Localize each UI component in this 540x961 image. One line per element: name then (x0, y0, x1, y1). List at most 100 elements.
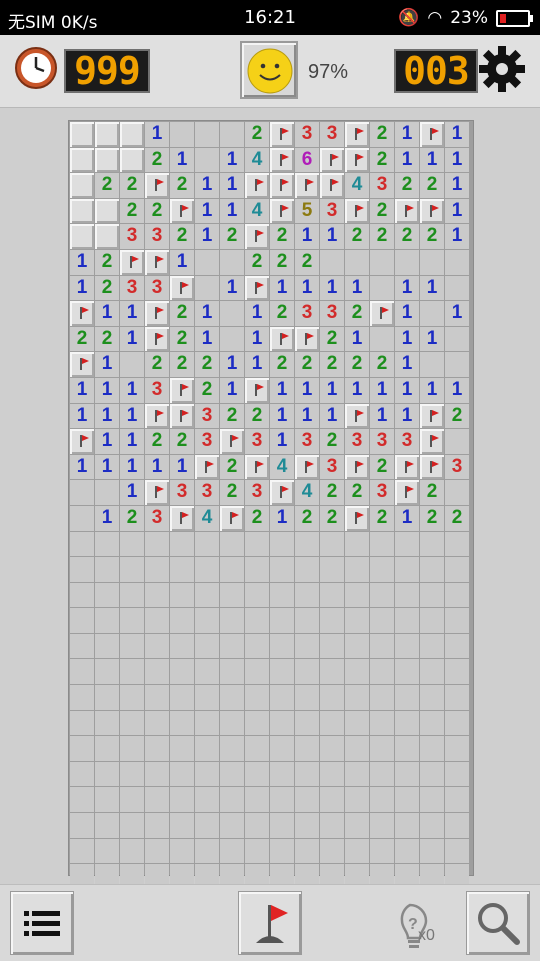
empty-cell[interactable] (70, 582, 94, 608)
empty-cell[interactable] (145, 531, 169, 557)
empty-cell[interactable] (120, 787, 144, 813)
empty-cell[interactable] (70, 557, 94, 582)
unopened-cell[interactable] (95, 198, 119, 224)
number-cell[interactable]: 1 (445, 147, 469, 173)
empty-cell[interactable] (195, 685, 219, 710)
empty-cell[interactable] (395, 761, 419, 787)
empty-cell[interactable] (345, 736, 369, 761)
empty-cell[interactable] (195, 736, 219, 761)
number-cell[interactable]: 4 (270, 454, 294, 480)
empty-cell[interactable] (95, 659, 119, 685)
number-cell[interactable]: 2 (445, 403, 469, 429)
empty-cell[interactable] (245, 813, 269, 838)
flagged-cell[interactable] (120, 249, 144, 275)
number-cell[interactable]: 2 (295, 505, 319, 531)
number-cell[interactable]: 1 (345, 275, 369, 301)
empty-cell[interactable] (420, 710, 444, 736)
empty-cell[interactable] (95, 480, 119, 505)
number-cell[interactable]: 1 (395, 326, 419, 352)
empty-cell[interactable] (195, 787, 219, 813)
empty-cell[interactable] (345, 710, 369, 736)
empty-cell[interactable] (295, 736, 319, 761)
number-cell[interactable]: 2 (320, 352, 344, 377)
flagged-cell[interactable] (420, 198, 444, 224)
empty-cell[interactable] (145, 557, 169, 582)
number-cell[interactable]: 2 (145, 147, 169, 173)
unopened-cell[interactable] (95, 224, 119, 249)
empty-cell[interactable] (270, 557, 294, 582)
empty-cell[interactable] (420, 582, 444, 608)
empty-cell[interactable] (345, 249, 369, 275)
empty-cell[interactable] (220, 557, 244, 582)
empty-cell[interactable] (220, 249, 244, 275)
empty-cell[interactable] (195, 710, 219, 736)
number-cell[interactable]: 1 (120, 429, 144, 454)
number-cell[interactable]: 1 (320, 224, 344, 249)
new-game-button[interactable] (240, 41, 298, 99)
number-cell[interactable]: 1 (395, 505, 419, 531)
number-cell[interactable]: 2 (220, 480, 244, 505)
flagged-cell[interactable] (170, 377, 194, 403)
empty-cell[interactable] (345, 813, 369, 838)
number-cell[interactable]: 2 (220, 403, 244, 429)
number-cell[interactable]: 1 (220, 198, 244, 224)
number-cell[interactable]: 3 (170, 480, 194, 505)
flagged-cell[interactable] (170, 275, 194, 301)
empty-cell[interactable] (445, 838, 469, 864)
empty-cell[interactable] (395, 249, 419, 275)
number-cell[interactable]: 2 (370, 147, 394, 173)
empty-cell[interactable] (245, 685, 269, 710)
empty-cell[interactable] (395, 710, 419, 736)
empty-cell[interactable] (295, 838, 319, 864)
flagged-cell[interactable] (345, 505, 369, 531)
number-cell[interactable]: 3 (295, 429, 319, 454)
number-cell[interactable]: 4 (245, 198, 269, 224)
flagged-cell[interactable] (395, 454, 419, 480)
empty-cell[interactable] (170, 633, 194, 659)
flagged-cell[interactable] (345, 454, 369, 480)
number-cell[interactable]: 3 (245, 480, 269, 505)
number-cell[interactable]: 2 (370, 224, 394, 249)
number-cell[interactable]: 2 (170, 301, 194, 326)
empty-cell[interactable] (70, 633, 94, 659)
empty-cell[interactable] (420, 659, 444, 685)
number-cell[interactable]: 2 (345, 352, 369, 377)
number-cell[interactable]: 1 (195, 301, 219, 326)
empty-cell[interactable] (70, 787, 94, 813)
number-cell[interactable]: 3 (320, 301, 344, 326)
flagged-cell[interactable] (145, 403, 169, 429)
empty-cell[interactable] (145, 659, 169, 685)
empty-cell[interactable] (445, 710, 469, 736)
number-cell[interactable]: 1 (445, 301, 469, 326)
empty-cell[interactable] (320, 813, 344, 838)
empty-cell[interactable] (270, 685, 294, 710)
empty-cell[interactable] (320, 633, 344, 659)
number-cell[interactable]: 3 (370, 173, 394, 198)
number-cell[interactable]: 3 (320, 454, 344, 480)
flagged-cell[interactable] (420, 122, 444, 147)
empty-cell[interactable] (120, 736, 144, 761)
empty-cell[interactable] (320, 582, 344, 608)
number-cell[interactable]: 1 (220, 147, 244, 173)
number-cell[interactable]: 1 (345, 326, 369, 352)
number-cell[interactable]: 1 (395, 147, 419, 173)
number-cell[interactable]: 6 (295, 147, 319, 173)
empty-cell[interactable] (195, 659, 219, 685)
number-cell[interactable]: 1 (70, 377, 94, 403)
flagged-cell[interactable] (145, 326, 169, 352)
number-cell[interactable]: 2 (370, 454, 394, 480)
empty-cell[interactable] (395, 838, 419, 864)
number-cell[interactable]: 2 (245, 403, 269, 429)
empty-cell[interactable] (370, 761, 394, 787)
empty-cell[interactable] (120, 710, 144, 736)
empty-cell[interactable] (445, 633, 469, 659)
empty-cell[interactable] (395, 633, 419, 659)
empty-cell[interactable] (445, 480, 469, 505)
number-cell[interactable]: 2 (420, 224, 444, 249)
number-cell[interactable]: 2 (395, 173, 419, 198)
empty-cell[interactable] (120, 582, 144, 608)
empty-cell[interactable] (120, 659, 144, 685)
flagged-cell[interactable] (295, 454, 319, 480)
empty-cell[interactable] (245, 659, 269, 685)
empty-cell[interactable] (320, 659, 344, 685)
